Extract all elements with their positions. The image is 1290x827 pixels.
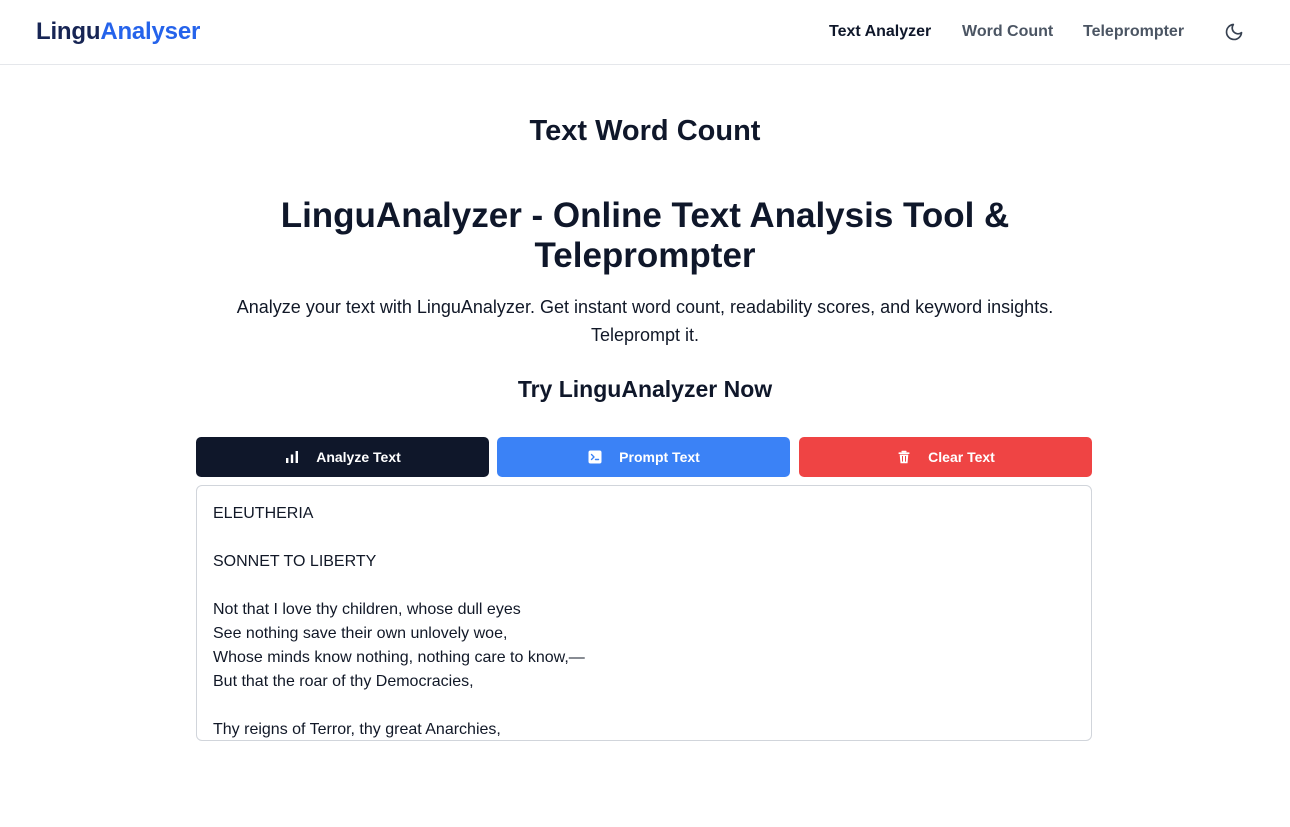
page-title: Text Word Count — [529, 115, 761, 147]
nav-text-analyzer[interactable]: Text Analyzer — [829, 20, 931, 44]
moon-icon — [1225, 23, 1243, 41]
hero-description-line-1: Analyze your text with LinguAnalyzer. Ge… — [236, 297, 1054, 317]
prompt-text-label: Prompt Text — [619, 449, 700, 465]
text-line: Thy reigns of Terror, thy great Anarchie… — [213, 721, 501, 738]
text-line: Not that I love thy children, whose dull… — [213, 601, 521, 618]
hero-description-line-2: Teleprompt it. — [590, 325, 700, 345]
hero-title-line-2: Teleprompter — [534, 236, 756, 275]
text-line: SONNET TO LIBERTY — [213, 553, 377, 570]
hero-title-line-1: LinguAnalyzer - Online Text Analysis Too… — [280, 196, 1010, 235]
text-line: Whose minds know nothing, nothing care t… — [213, 649, 585, 666]
trash-icon — [896, 449, 912, 465]
hero-description: Analyze your text with LinguAnalyzer. Ge… — [195, 293, 1095, 349]
terminal-icon — [587, 449, 603, 465]
text-line: But that the roar of thy Democracies, — [213, 673, 474, 690]
brand-part-1: Lingu — [36, 18, 101, 45]
clear-text-label: Clear Text — [928, 449, 995, 465]
bar-chart-icon — [284, 449, 300, 465]
text-line: See nothing save their own unlovely woe, — [213, 625, 508, 642]
top-navbar: LinguAnalyser Text Analyzer Word Count T… — [0, 0, 1290, 65]
nav-word-count[interactable]: Word Count — [962, 20, 1053, 44]
text-line: ELEUTHERIA — [213, 505, 314, 522]
brand-part-2: Analyser — [100, 18, 201, 45]
analyze-text-label: Analyze Text — [316, 449, 401, 465]
cta-heading: Try LinguAnalyzer Now — [517, 376, 773, 402]
text-line — [213, 694, 1075, 718]
nav-teleprompter[interactable]: Teleprompter — [1083, 20, 1184, 44]
text-line — [213, 526, 1075, 550]
theme-toggle-button[interactable] — [1222, 20, 1246, 44]
text-line — [213, 574, 1075, 598]
hero-title: LinguAnalyzer - Online Text Analysis Too… — [245, 196, 1045, 276]
analyze-text-button[interactable]: Analyze Text — [196, 437, 489, 477]
text-input-area[interactable]: ELEUTHERIA SONNET TO LIBERTY Not that I … — [196, 485, 1092, 741]
clear-text-button[interactable]: Clear Text — [799, 437, 1092, 477]
brand-logo[interactable]: LinguAnalyser — [36, 16, 200, 48]
prompt-text-button[interactable]: Prompt Text — [497, 437, 790, 477]
